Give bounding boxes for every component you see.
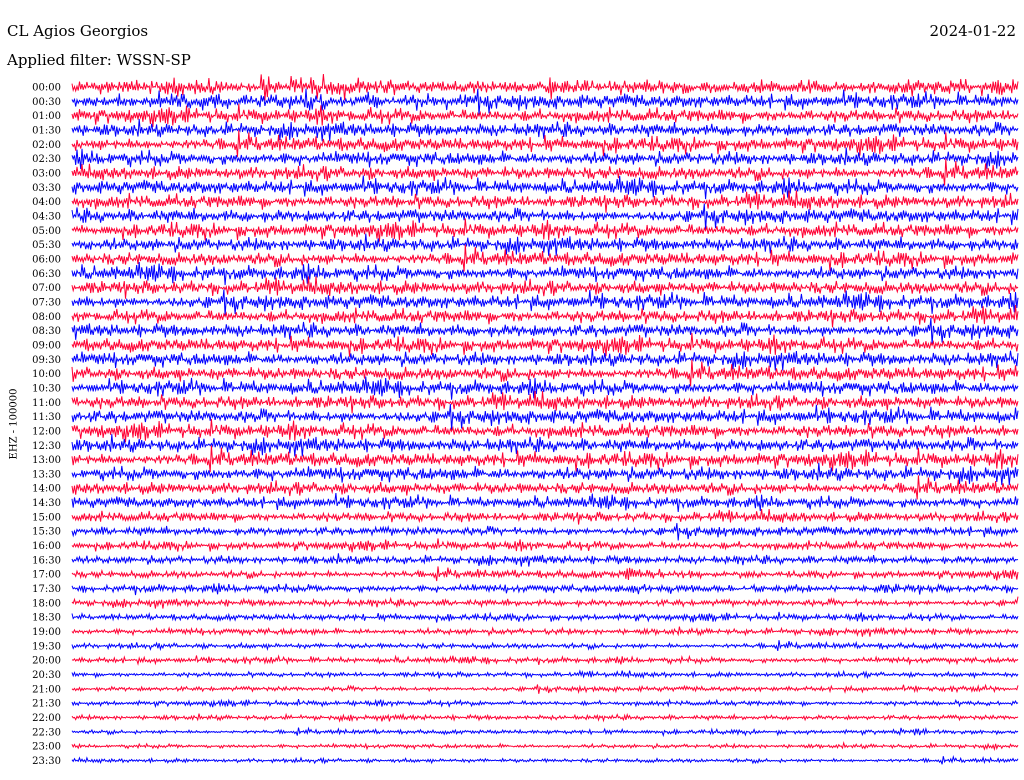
time-label-1900: 19:00 — [32, 627, 61, 638]
time-label-0300: 03:00 — [32, 169, 61, 180]
time-label-2000: 20:00 — [32, 656, 61, 667]
trace-2230 — [71, 726, 1019, 738]
time-label-0400: 04:00 — [32, 197, 61, 208]
trace-0730 — [71, 289, 1019, 317]
trace-0100 — [71, 103, 1019, 128]
trace-2130 — [71, 698, 1019, 709]
trace-1730 — [71, 583, 1019, 596]
filter-label: Applied filter: WSSN-SP — [7, 51, 191, 69]
trace-1030 — [71, 376, 1019, 400]
trace-1830 — [71, 611, 1019, 623]
time-label-2200: 22:00 — [32, 713, 61, 724]
time-label-2030: 20:30 — [32, 670, 61, 681]
time-label-2130: 21:30 — [32, 699, 61, 710]
trace-0900 — [71, 333, 1019, 357]
trace-1300 — [71, 445, 1019, 473]
time-label-0330: 03:30 — [32, 183, 61, 194]
time-label-0000: 00:00 — [32, 83, 61, 94]
trace-0830 — [71, 318, 1019, 345]
time-label-0800: 08:00 — [32, 312, 61, 323]
trace-1400 — [71, 475, 1019, 500]
time-label-1100: 11:00 — [32, 398, 61, 409]
trace-1700 — [71, 566, 1019, 582]
trace-2100 — [71, 683, 1019, 695]
time-label-1400: 14:00 — [32, 484, 61, 495]
time-label-1200: 12:00 — [32, 426, 61, 437]
time-label-0730: 07:30 — [32, 297, 61, 308]
trace-0700 — [71, 276, 1019, 299]
time-label-1300: 13:00 — [32, 455, 61, 466]
date-label: 2024-01-22 — [929, 22, 1016, 40]
trace-0630 — [71, 261, 1019, 286]
time-label-0830: 08:30 — [32, 326, 61, 337]
trace-1600 — [71, 538, 1019, 553]
trace-2000 — [71, 654, 1019, 666]
time-label-0200: 02:00 — [32, 140, 61, 151]
channel-axis-label: EHZ - 100000 — [8, 388, 20, 460]
time-label-0030: 00:30 — [32, 97, 61, 108]
time-label-0430: 04:30 — [32, 212, 61, 223]
time-label-1030: 10:30 — [32, 383, 61, 394]
time-label-1000: 10:00 — [32, 369, 61, 380]
time-label-1430: 14:30 — [32, 498, 61, 509]
time-label-2100: 21:00 — [32, 684, 61, 695]
time-label-1930: 19:30 — [32, 641, 61, 652]
time-label-1630: 16:30 — [32, 555, 61, 566]
trace-1430 — [71, 493, 1019, 513]
trace-1800 — [71, 596, 1019, 609]
time-label-1500: 15:00 — [32, 512, 61, 523]
trace-0230 — [71, 147, 1019, 170]
trace-1500 — [71, 509, 1019, 525]
trace-1630 — [71, 553, 1019, 567]
trace-0300 — [71, 158, 1019, 186]
time-label-1130: 11:30 — [32, 412, 61, 423]
time-label-1800: 18:00 — [32, 598, 61, 609]
trace-0800 — [71, 305, 1019, 328]
time-label-1530: 15:30 — [32, 527, 61, 538]
trace-0030 — [71, 88, 1019, 116]
trace-2330 — [71, 755, 1019, 765]
time-label-1330: 13:30 — [32, 469, 61, 480]
time-label-0130: 01:30 — [32, 126, 61, 137]
trace-2030 — [71, 669, 1019, 680]
time-label-2230: 22:30 — [32, 727, 61, 738]
trace-0500 — [71, 218, 1019, 242]
time-label-1230: 12:30 — [32, 441, 61, 452]
time-label-0630: 06:30 — [32, 269, 61, 280]
time-label-2330: 23:30 — [32, 756, 61, 767]
trace-1530 — [71, 523, 1019, 541]
time-label-0600: 06:00 — [32, 255, 61, 266]
trace-1900 — [71, 626, 1019, 638]
time-label-0530: 05:30 — [32, 240, 61, 251]
seismic-traces — [71, 74, 1019, 765]
station-title: CL Agios Georgios — [7, 22, 149, 40]
time-label-0100: 01:00 — [32, 111, 61, 122]
time-label-0500: 05:00 — [32, 226, 61, 237]
trace-0200 — [71, 130, 1019, 157]
time-label-1830: 18:30 — [32, 613, 61, 624]
trace-2200 — [71, 712, 1019, 723]
trace-0330 — [71, 175, 1019, 200]
trace-2300 — [71, 740, 1019, 752]
trace-1330 — [71, 462, 1019, 486]
time-label-1730: 17:30 — [32, 584, 61, 595]
time-label-0900: 09:00 — [32, 340, 61, 351]
time-label-0700: 07:00 — [32, 283, 61, 294]
time-label-2300: 23:00 — [32, 742, 61, 753]
time-label-0230: 02:30 — [32, 154, 61, 165]
trace-0530 — [71, 233, 1019, 256]
time-label-0930: 09:30 — [32, 355, 61, 366]
time-label-1700: 17:00 — [32, 570, 61, 581]
trace-0400 — [71, 190, 1019, 213]
helicorder-plot: 00:00 00:30 01:00 01:30 02:00 02:30 03:00 03:30… — [32, 74, 1019, 768]
trace-0930 — [71, 348, 1019, 371]
time-labels: 00:00 00:30 01:00 01:30 02:00 02:30 03:00 03:30… — [32, 83, 61, 768]
time-label-1600: 16:00 — [32, 541, 61, 552]
trace-1930 — [71, 640, 1019, 652]
